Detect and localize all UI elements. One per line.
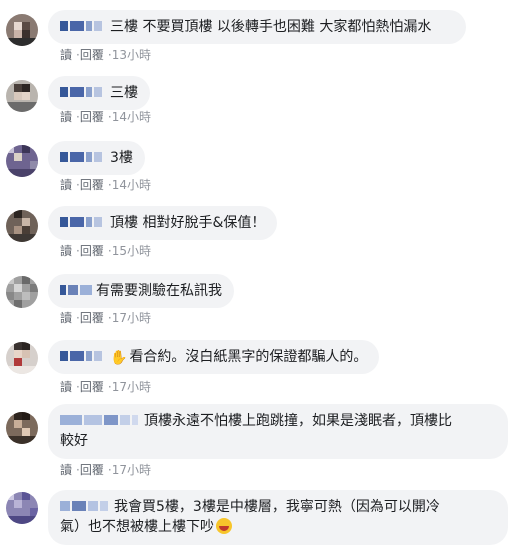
like-link[interactable]: 讀 bbox=[60, 380, 72, 394]
comment-time[interactable]: 15小時 bbox=[112, 244, 151, 258]
commenter-name[interactable] bbox=[60, 20, 104, 33]
reply-link[interactable]: 回覆 bbox=[80, 178, 104, 192]
commenter-name[interactable] bbox=[60, 350, 104, 363]
commenter-name[interactable] bbox=[60, 86, 104, 99]
commenter-name[interactable] bbox=[60, 151, 104, 164]
comment-text-line2: 較好 bbox=[60, 432, 88, 449]
comment-actions: 讀 ·回覆 ·13小時 bbox=[60, 48, 151, 62]
comment-time[interactable]: 13小時 bbox=[112, 48, 151, 62]
comment-bubble: 三樓 bbox=[48, 76, 150, 110]
comment-text: 有需要測驗在私訊我 bbox=[96, 283, 222, 299]
comment-actions: 讀 ·回覆 ·15小時 bbox=[60, 244, 151, 258]
avatar[interactable] bbox=[6, 14, 38, 46]
comment-text: 看合約。沒白紙黑字的保證都騙人的。 bbox=[129, 349, 368, 365]
comment-text-line1: 頂樓永遠不怕樓上跑跳撞，如果是淺眠者，頂樓比 bbox=[144, 413, 452, 429]
comment-bubble: 三樓 不要買頂樓 以後轉手也困難 大家都怕熱怕漏水 bbox=[48, 10, 466, 44]
comment-bubble: 3樓 bbox=[48, 141, 145, 175]
comment-actions: 讀 ·回覆 ·14小時 bbox=[60, 110, 151, 124]
like-link[interactable]: 讀 bbox=[60, 463, 72, 477]
comment-actions: 讀 ·回覆 ·17小時 bbox=[60, 311, 151, 325]
reply-link[interactable]: 回覆 bbox=[80, 380, 104, 394]
comment-bubble: ✋ 看合約。沒白紙黑字的保證都騙人的。 bbox=[48, 340, 380, 374]
laughing-emoji-icon bbox=[216, 517, 232, 534]
comment-text: 頂樓 相對好脫手&保值！ bbox=[110, 215, 266, 231]
reply-link[interactable]: 回覆 bbox=[80, 244, 104, 258]
comment-actions: 讀 ·回覆 ·14小時 bbox=[60, 178, 151, 192]
comment-text: 3樓 bbox=[110, 150, 133, 166]
comment-bubble: 有需要測驗在私訊我 bbox=[48, 274, 234, 308]
comment-bubble: 頂樓永遠不怕樓上跑跳撞，如果是淺眠者，頂樓比 較好 bbox=[48, 404, 508, 459]
avatar[interactable] bbox=[6, 342, 38, 374]
comment-time[interactable]: 14小時 bbox=[112, 178, 151, 192]
like-link[interactable]: 讀 bbox=[60, 48, 72, 62]
commenter-name[interactable] bbox=[60, 500, 110, 513]
comment-text: 三樓 bbox=[110, 85, 138, 101]
avatar[interactable] bbox=[6, 412, 38, 444]
avatar[interactable] bbox=[6, 210, 38, 242]
comment-bubble: 我會買5樓，3樓是中樓層，我寧可熱（因為可以開冷 氣）也不想被樓上樓下吵 bbox=[48, 490, 508, 545]
like-link[interactable]: 讀 bbox=[60, 311, 72, 325]
comment-bubble: 頂樓 相對好脫手&保值！ bbox=[48, 206, 278, 240]
avatar[interactable] bbox=[6, 145, 38, 177]
avatar[interactable] bbox=[6, 80, 38, 112]
like-link[interactable]: 讀 bbox=[60, 244, 72, 258]
comment-time[interactable]: 17小時 bbox=[112, 311, 151, 325]
reply-link[interactable]: 回覆 bbox=[80, 311, 104, 325]
comment-text-line2: 氣）也不想被樓上樓下吵 bbox=[60, 518, 214, 535]
commenter-name[interactable] bbox=[60, 216, 104, 229]
reply-link[interactable]: 回覆 bbox=[80, 110, 104, 124]
comment-text-line1: 我會買5樓，3樓是中樓層，我寧可熱（因為可以開冷 bbox=[114, 499, 440, 515]
like-link[interactable]: 讀 bbox=[60, 110, 72, 124]
commenter-name[interactable] bbox=[60, 284, 94, 297]
comment-text: 三樓 不要買頂樓 以後轉手也困難 大家都怕熱怕漏水 bbox=[110, 19, 432, 35]
commenter-name[interactable] bbox=[60, 414, 140, 427]
reply-link[interactable]: 回覆 bbox=[80, 48, 104, 62]
comment-time[interactable]: 14小時 bbox=[112, 110, 151, 124]
avatar[interactable] bbox=[6, 276, 38, 308]
hand-emoji-icon: ✋ bbox=[110, 349, 128, 366]
comment-actions: 讀 ·回覆 ·17小時 bbox=[60, 463, 151, 477]
comment-time[interactable]: 17小時 bbox=[112, 463, 151, 477]
comment-actions: 讀 ·回覆 ·17小時 bbox=[60, 380, 151, 394]
reply-link[interactable]: 回覆 bbox=[80, 463, 104, 477]
like-link[interactable]: 讀 bbox=[60, 178, 72, 192]
comment-time[interactable]: 17小時 bbox=[112, 380, 151, 394]
avatar[interactable] bbox=[6, 492, 38, 524]
